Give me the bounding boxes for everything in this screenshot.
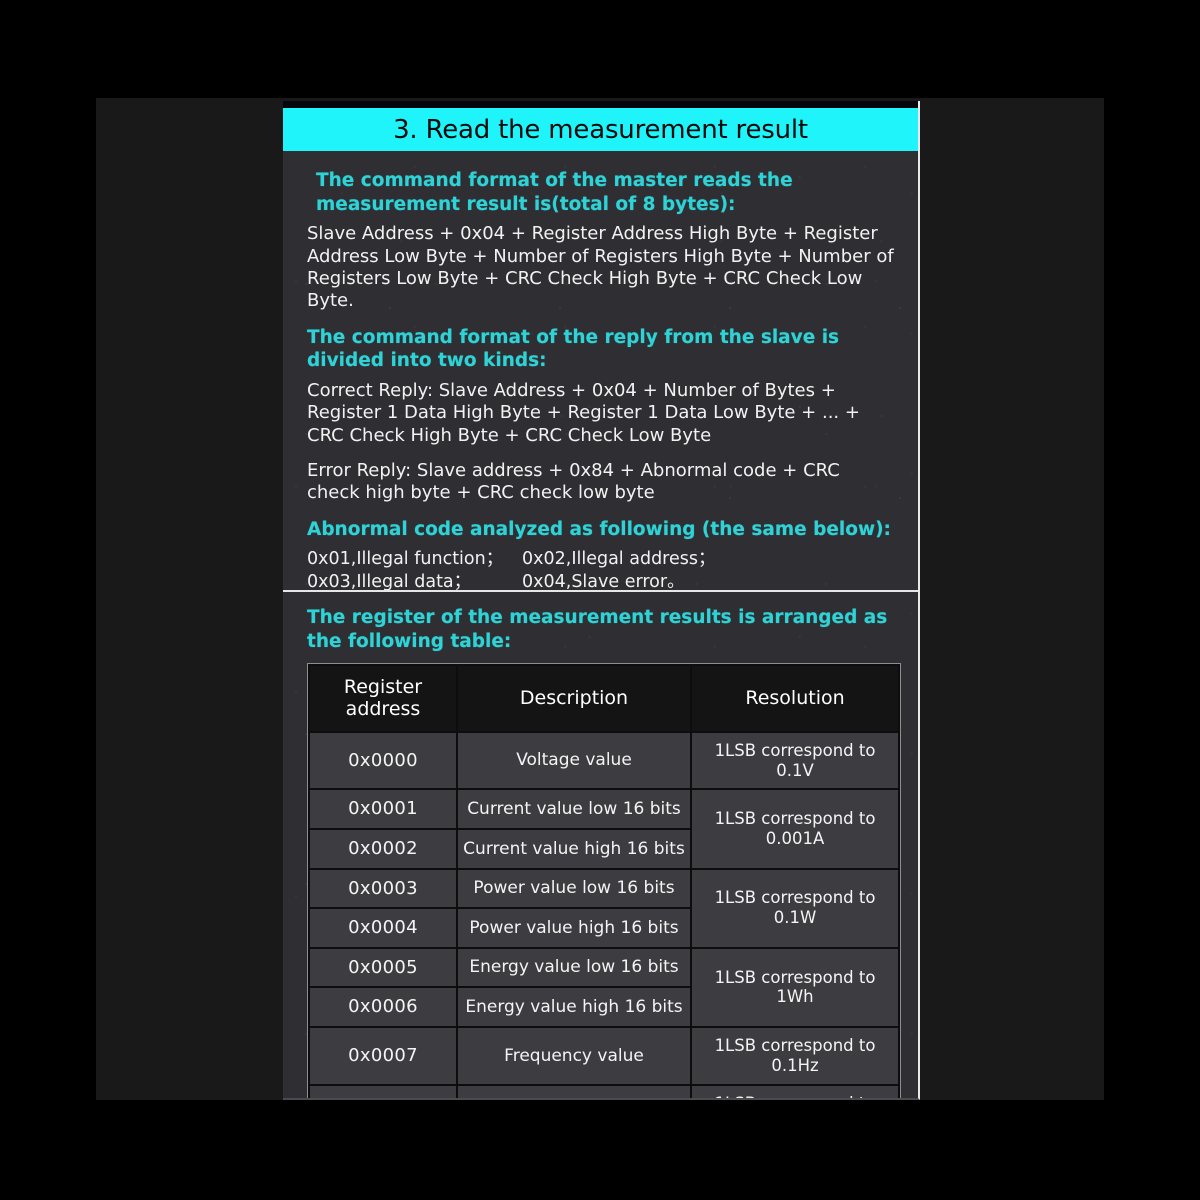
paragraph-master-command-bytes: Slave Address + 0x04 + Register Address … <box>307 223 894 312</box>
heading-slave-reply-format: The command format of the reply from the… <box>307 326 840 372</box>
cell-register-address: 0x0005 <box>310 948 456 987</box>
cell-resolution: 1LSB correspond to 1Wh <box>692 948 898 1027</box>
table-row: 0x0000 Voltage value 1LSB correspond to 0.… <box>310 732 898 789</box>
table-row: 0x0001 Current value low 16 bits 1LSB corr… <box>310 790 898 868</box>
cell-description: Voltage value <box>458 732 690 789</box>
table-row: 0x0005 Energy value low 16 bits 1LSB corre… <box>310 948 898 1027</box>
cell-register-address: 0x0006 <box>310 988 456 1027</box>
table-row: 0x0003 Power value low 16 bits 1LSB corres… <box>310 869 898 947</box>
cell-description: Frequency value <box>458 1028 690 1084</box>
cell-register-address: 0x0003 <box>310 869 456 908</box>
cell-resolution: 1LSB correspond to 0.01 <box>692 1085 898 1098</box>
top-edge-strip <box>283 101 918 108</box>
cell-description: Power value high 16 bits <box>458 909 690 947</box>
cell-description: Current value low 16 bits <box>458 790 690 829</box>
cell-register-address: 0x0000 <box>310 732 456 789</box>
column-header-resolution: Resolution <box>692 666 898 731</box>
cell-register-address: 0x0007 <box>310 1028 456 1084</box>
register-table-section: The register of the measurement results … <box>283 592 918 1098</box>
section-title-banner: 3. Read the measurement result <box>283 108 918 151</box>
page-stage: 3. Read the measurement result The comma… <box>0 0 1200 1200</box>
cell-description: Power factor value <box>458 1085 690 1098</box>
document-card: 3. Read the measurement result The comma… <box>283 101 920 1100</box>
abnormal-code-item: 0x01,Illegal function； <box>307 549 504 570</box>
register-table: Register address Description Resolution … <box>307 663 901 1098</box>
cell-description: Current value high 16 bits <box>458 830 690 868</box>
cell-resolution: 1LSB correspond to 0.1Hz <box>692 1028 898 1084</box>
table-row: 0x0008Power factor value1LSB correspond … <box>310 1085 898 1098</box>
cell-register-address: 0x0001 <box>310 790 456 829</box>
paragraph-correct-reply: Correct Reply: Slave Address + 0x04 + Nu… <box>307 379 860 446</box>
table-row: 0x0007 Frequency value 1LSB correspond to … <box>310 1028 898 1084</box>
cell-register-address: 0x0008 <box>310 1085 456 1098</box>
heading-master-command-format: The command format of the master reads t… <box>316 170 793 215</box>
page-title: 3. Read the measurement result <box>393 114 808 145</box>
column-header-description: Description <box>458 666 690 731</box>
cell-register-address: 0x0004 <box>310 909 456 947</box>
heading-abnormal-code: Abnormal code analyzed as following (the… <box>307 518 891 540</box>
cell-resolution: 1LSB correspond to 0.1W <box>692 869 898 947</box>
cell-resolution: 1LSB correspond to 0.1V <box>692 732 898 789</box>
cell-resolution: 1LSB correspond to 0.001A <box>692 790 898 868</box>
paragraph-error-reply: Error Reply: Slave address + 0x84 + Abno… <box>307 459 840 504</box>
table-body: 0x0000 Voltage value 1LSB correspond to 0.… <box>310 732 898 1098</box>
table-header-row: Register address Description Resolution <box>310 666 898 731</box>
cell-register-address: 0x0002 <box>310 830 456 868</box>
column-header-register-address: Register address <box>310 666 456 731</box>
heading-register-table: The register of the measurement results … <box>307 607 888 652</box>
abnormal-code-item: 0x02,Illegal address； <box>522 549 716 570</box>
cell-description: Power value low 16 bits <box>458 869 690 908</box>
command-format-section: The command format of the master reads t… <box>283 151 918 593</box>
abnormal-code-list: 0x01,Illegal function； 0x02,Illegal addr… <box>307 548 894 593</box>
cell-description: Energy value high 16 bits <box>458 988 690 1027</box>
cell-description: Energy value low 16 bits <box>458 948 690 987</box>
